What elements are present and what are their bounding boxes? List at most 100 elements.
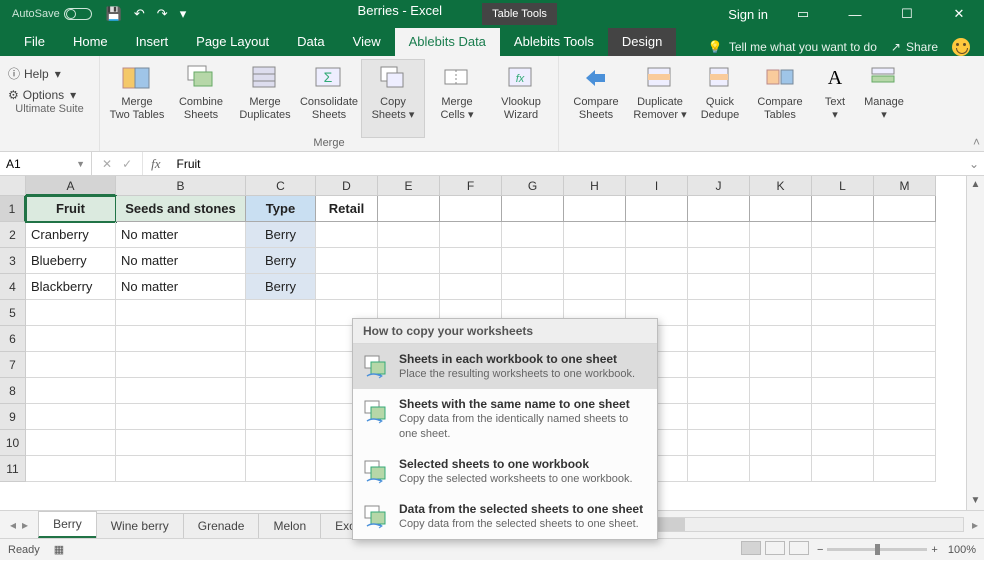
cell[interactable] (750, 326, 812, 352)
page-layout-view-icon[interactable] (765, 541, 785, 555)
row-header-5[interactable]: 5 (0, 300, 26, 326)
autosave-toggle[interactable]: AutoSave (12, 8, 92, 20)
sheet-nav-next-icon[interactable]: ▸ (22, 518, 28, 532)
cell[interactable] (750, 378, 812, 404)
cell[interactable]: Blackberry (26, 274, 116, 300)
tab-page-layout[interactable]: Page Layout (182, 28, 283, 56)
sheet-tab[interactable]: Wine berry (96, 513, 184, 538)
text-button[interactable]: AText▾ (813, 60, 857, 151)
worksheet-grid[interactable]: ABCDEFGHIJKLM 1234567891011 FruitSeeds a… (0, 176, 984, 510)
col-header-E[interactable]: E (378, 176, 440, 196)
col-header-C[interactable]: C (246, 176, 316, 196)
cell[interactable] (688, 300, 750, 326)
row-header-7[interactable]: 7 (0, 352, 26, 378)
cell[interactable] (812, 300, 874, 326)
cell[interactable]: Fruit (26, 196, 116, 222)
row-header-9[interactable]: 9 (0, 404, 26, 430)
cell[interactable] (812, 326, 874, 352)
sheet-tab[interactable]: Melon (258, 513, 321, 538)
cell[interactable]: No matter (116, 248, 246, 274)
row-header-3[interactable]: 3 (0, 248, 26, 274)
cell[interactable] (116, 404, 246, 430)
cell[interactable] (812, 222, 874, 248)
duplicate-remover-button[interactable]: DuplicateRemover ▾ (629, 60, 691, 151)
compare-sheets-button[interactable]: CompareSheets (565, 60, 627, 151)
dropdown-item[interactable]: Sheets with the same name to one sheetCo… (353, 389, 657, 449)
consolidate-sheets-button[interactable]: ΣConsolidateSheets (298, 60, 360, 137)
cell[interactable]: Berry (246, 274, 316, 300)
cell[interactable] (502, 248, 564, 274)
zoom-slider[interactable] (827, 548, 927, 551)
cell[interactable] (874, 222, 936, 248)
cell[interactable] (440, 274, 502, 300)
cell[interactable] (316, 222, 378, 248)
cell[interactable] (246, 300, 316, 326)
cell[interactable] (626, 222, 688, 248)
cell[interactable]: Retail (316, 196, 378, 222)
undo-icon[interactable]: ↶ (134, 6, 145, 22)
cell[interactable] (750, 196, 812, 222)
cell[interactable] (874, 404, 936, 430)
cell[interactable] (246, 352, 316, 378)
row-header-10[interactable]: 10 (0, 430, 26, 456)
cell[interactable] (750, 300, 812, 326)
formula-input[interactable]: Fruit (169, 157, 964, 171)
macro-icon[interactable]: ▦ (54, 543, 64, 556)
dropdown-item[interactable]: Data from the selected sheets to one she… (353, 494, 657, 539)
cell[interactable] (750, 430, 812, 456)
cell[interactable] (812, 274, 874, 300)
tab-data[interactable]: Data (283, 28, 338, 56)
signin-link[interactable]: Sign in (728, 7, 768, 22)
cell[interactable] (750, 248, 812, 274)
cell[interactable]: Berry (246, 248, 316, 274)
cell[interactable] (116, 378, 246, 404)
cell[interactable] (688, 430, 750, 456)
cell[interactable] (26, 456, 116, 482)
cell[interactable]: Seeds and stones (116, 196, 246, 222)
cell[interactable] (564, 274, 626, 300)
tab-view[interactable]: View (339, 28, 395, 56)
cell[interactable] (812, 248, 874, 274)
col-header-J[interactable]: J (688, 176, 750, 196)
cell[interactable]: Berry (246, 222, 316, 248)
name-box[interactable]: A1▼ (0, 152, 92, 175)
cell[interactable]: Type (246, 196, 316, 222)
col-header-H[interactable]: H (564, 176, 626, 196)
cell[interactable] (502, 196, 564, 222)
cell[interactable] (502, 274, 564, 300)
cell[interactable] (812, 456, 874, 482)
cell[interactable] (116, 430, 246, 456)
col-header-F[interactable]: F (440, 176, 502, 196)
vlookup-wizard-button[interactable]: fxVlookupWizard (490, 60, 552, 137)
cancel-formula-icon[interactable]: ✕ (102, 157, 112, 171)
expand-formula-icon[interactable]: ⌄ (964, 157, 984, 171)
cell[interactable] (26, 430, 116, 456)
share-button[interactable]: ↗ Share (891, 40, 938, 54)
quick-dedupe-button[interactable]: QuickDedupe (693, 60, 747, 151)
cell[interactable] (688, 326, 750, 352)
cell[interactable] (812, 196, 874, 222)
cell[interactable] (116, 300, 246, 326)
cell[interactable] (688, 222, 750, 248)
tab-file[interactable]: File (10, 28, 59, 56)
cell[interactable] (440, 248, 502, 274)
cell[interactable] (750, 274, 812, 300)
cell[interactable] (626, 274, 688, 300)
collapse-ribbon-icon[interactable]: ˄ (973, 135, 980, 149)
row-header-11[interactable]: 11 (0, 456, 26, 482)
merge-two-tables-button[interactable]: MergeTwo Tables (106, 60, 168, 137)
merge-cells-button[interactable]: MergeCells ▾ (426, 60, 488, 137)
zoom-out-icon[interactable]: − (817, 544, 823, 556)
cell[interactable] (874, 326, 936, 352)
feedback-icon[interactable] (952, 38, 970, 56)
cell[interactable] (116, 326, 246, 352)
page-break-view-icon[interactable] (789, 541, 809, 555)
minimize-icon[interactable]: — (838, 7, 872, 22)
cell[interactable] (26, 378, 116, 404)
col-header-L[interactable]: L (812, 176, 874, 196)
cell[interactable] (874, 352, 936, 378)
cell[interactable]: Cranberry (26, 222, 116, 248)
tell-me-search[interactable]: 💡 Tell me what you want to do (708, 40, 877, 54)
save-icon[interactable]: 💾 (106, 6, 122, 22)
cell[interactable]: No matter (116, 274, 246, 300)
